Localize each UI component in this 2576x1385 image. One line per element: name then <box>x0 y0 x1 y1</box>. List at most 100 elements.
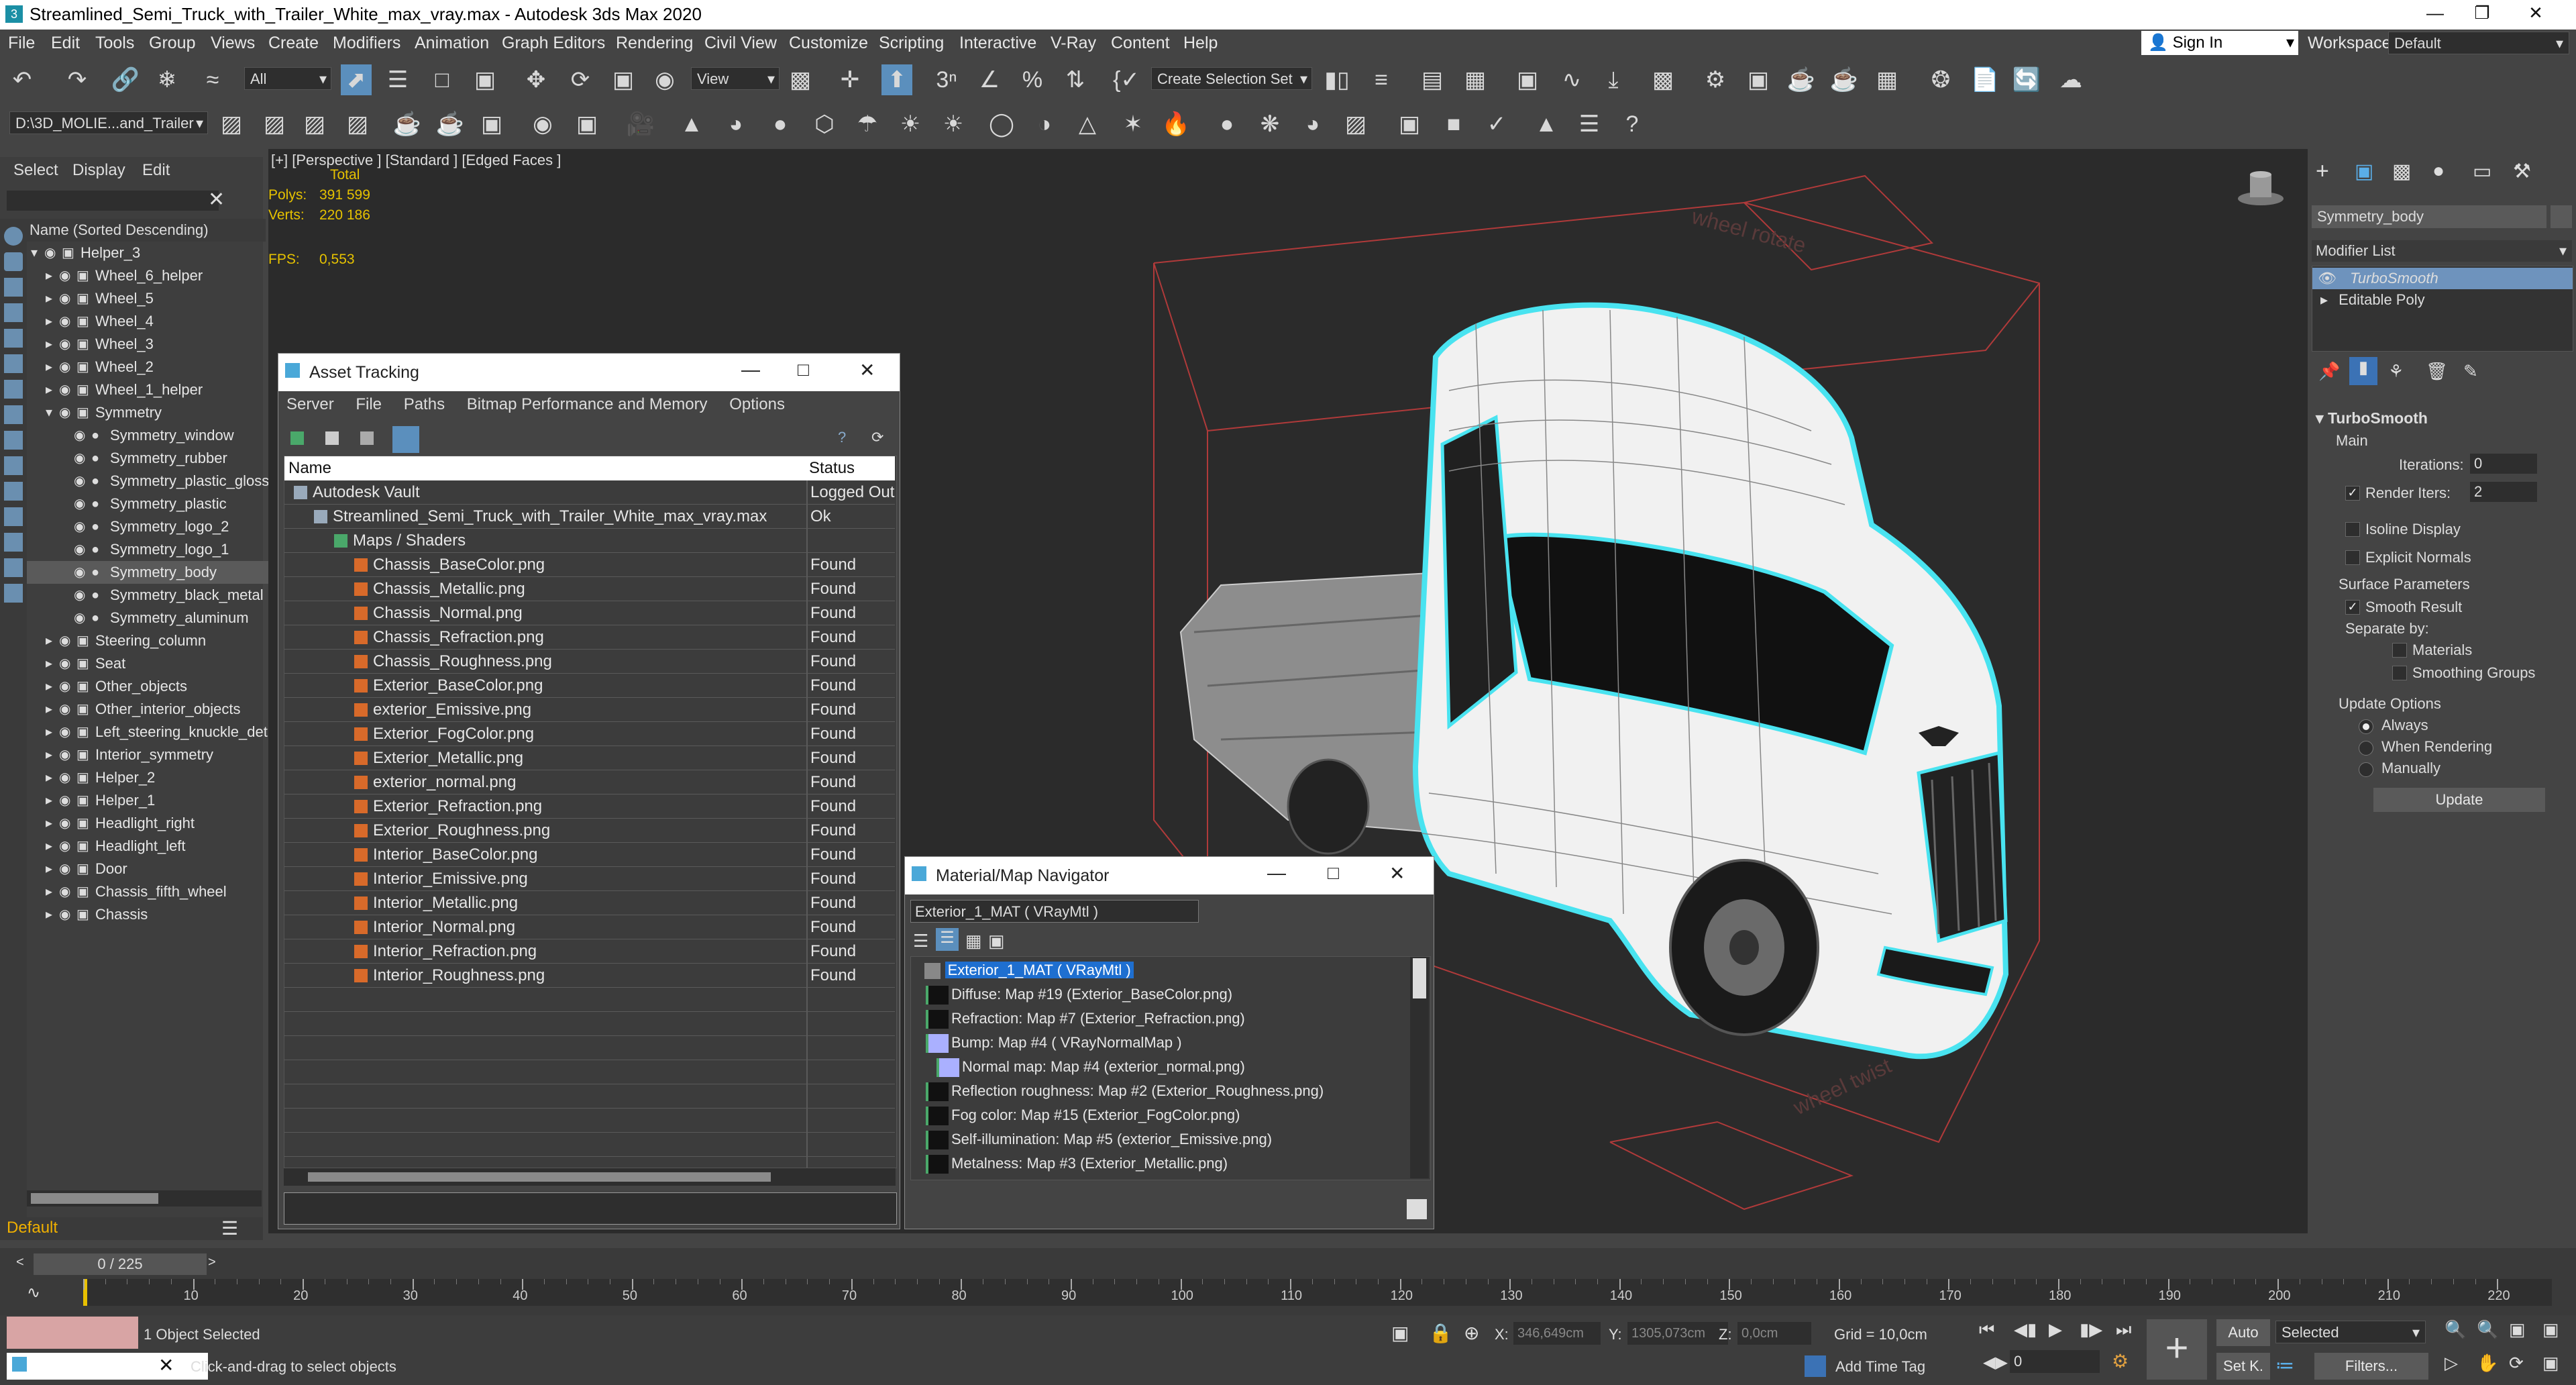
map-row[interactable]: Reflection roughness: Map #2 (Exterior_R… <box>926 1079 1409 1103</box>
asset-tracking-titlebar[interactable]: Asset Tracking — □ ✕ <box>278 354 900 391</box>
maxscript-listener-field[interactable] <box>7 1317 138 1349</box>
angle-snap-icon[interactable]: ∠ <box>974 64 1005 95</box>
close-icon[interactable]: ✕ <box>208 188 225 211</box>
material-name-field[interactable]: Exterior_1_MAT ( VRayMtl ) <box>910 900 1199 923</box>
maxscript-mini-listener[interactable]: ✕ <box>7 1353 208 1380</box>
tree-row[interactable]: ◉ ● Symmetry_plastic <box>27 493 288 515</box>
asset-row[interactable]: Exterior_FogColor.png Found <box>284 722 895 746</box>
render-production-icon[interactable]: ☕ <box>1786 64 1817 95</box>
visibility-eye-icon[interactable]: ◉ <box>74 611 89 625</box>
time-slider[interactable]: 0 / 225 <box>34 1253 207 1275</box>
display-geometry-icon[interactable] <box>4 252 23 271</box>
tree-row[interactable]: ▸ ◉ ▣ Other_interior_objects <box>27 698 288 721</box>
visibility-eye-icon[interactable]: ◉ <box>59 268 74 283</box>
vray-file-icon[interactable]: 📄 <box>1970 64 2000 95</box>
display-xrefs-icon[interactable] <box>4 431 23 450</box>
explorer-search-input[interactable] <box>7 191 219 211</box>
expand-arrow-icon[interactable]: ▸ <box>46 360 60 374</box>
map-row[interactable]: Bump: Map #4 ( VRayNormalMap ) <box>926 1031 1409 1055</box>
expand-arrow-icon[interactable]: ▸ <box>46 748 60 762</box>
tree-row[interactable]: ◉ ● Symmetry_aluminum <box>27 607 288 629</box>
tree-row[interactable]: ▸ ◉ ▣ Wheel_6_helper <box>27 264 288 287</box>
map-row[interactable]: Fog color: Map #15 (Exterior_FogColor.pn… <box>926 1103 1409 1127</box>
checkout-icon[interactable] <box>325 431 339 445</box>
select-by-name-icon[interactable]: ☰ <box>382 64 413 95</box>
tree-row[interactable]: ◉ ● Symmetry_logo_2 <box>27 515 288 538</box>
selection-lock-icon[interactable]: 🔒 <box>1429 1322 1452 1344</box>
display-bones-icon[interactable] <box>4 456 23 475</box>
visibility-eye-icon[interactable]: ◉ <box>59 748 74 762</box>
explorer-scrollbar-thumb[interactable] <box>31 1193 158 1204</box>
display-invert-icon[interactable] <box>4 584 23 603</box>
menu-content[interactable]: Content <box>1111 34 1170 53</box>
asset-row[interactable]: Autodesk Vault Logged Out <box>284 480 895 505</box>
asset-menu-server[interactable]: Server <box>286 395 334 413</box>
zoom-extents-all-icon[interactable]: ▣ <box>2542 1319 2559 1340</box>
eye-icon[interactable]: 👁 <box>2318 270 2337 287</box>
key-tangent-icon[interactable]: ≔ <box>2275 1354 2294 1376</box>
menu-animation[interactable]: Animation <box>415 34 489 53</box>
expand-arrow-icon[interactable]: ▸ <box>46 679 60 694</box>
expand-arrow-icon[interactable]: ▸ <box>46 656 60 671</box>
vray-ipr-icon[interactable]: ◉ <box>527 109 558 140</box>
render-iters-spinner[interactable]: 2 <box>2470 482 2537 502</box>
visibility-eye-icon[interactable]: ◉ <box>59 405 74 420</box>
tree-row[interactable]: ◉ ● Symmetry_logo_1 <box>27 538 288 561</box>
maximize-viewport-icon[interactable]: ▣ <box>2542 1353 2559 1374</box>
expand-arrow-icon[interactable]: ▸ <box>46 770 60 785</box>
expand-arrow-icon[interactable]: ▸ <box>46 884 60 899</box>
select-manipulate-icon[interactable]: ✛ <box>835 64 865 95</box>
vray-light-lister-icon[interactable]: ▣ <box>572 109 602 140</box>
vray-dome-light-icon[interactable]: ◕ <box>720 109 751 140</box>
asset-row[interactable]: Maps / Shaders <box>284 529 895 553</box>
tree-row[interactable]: ◉ ● Symmetry_body <box>27 561 288 584</box>
asset-row[interactable]: Interior_Refraction.png Found <box>284 939 895 964</box>
visibility-eye-icon[interactable]: ◉ <box>74 497 89 511</box>
expand-arrow-icon[interactable]: ▸ <box>46 382 60 397</box>
vray-cloud-icon[interactable]: ☁ <box>2055 64 2086 95</box>
tree-row[interactable]: ▸ ◉ ▣ Chassis_fifth_wheel <box>27 880 288 903</box>
visibility-eye-icon[interactable]: ◉ <box>59 884 74 899</box>
time-configuration-icon[interactable]: ⚙ <box>2112 1350 2129 1372</box>
expand-arrow-icon[interactable]: ▸ <box>46 816 60 831</box>
select-object-icon[interactable]: ⬈ <box>341 64 372 95</box>
vray-ambient-light-icon[interactable]: ☀ <box>895 109 926 140</box>
close-icon[interactable]: ✕ <box>1389 862 1405 884</box>
visibility-eye-icon[interactable]: ◉ <box>59 770 74 785</box>
material-navigator-titlebar[interactable]: Material/Map Navigator — □ ✕ <box>905 857 1434 894</box>
visibility-eye-icon[interactable]: ◉ <box>59 862 74 876</box>
visibility-eye-icon[interactable]: ◉ <box>59 360 74 374</box>
zoom-icon[interactable]: 🔍 <box>2445 1319 2466 1340</box>
visibility-eye-icon[interactable]: ◉ <box>74 542 89 557</box>
tree-row[interactable]: ▸ ◉ ▣ Headlight_right <box>27 812 288 835</box>
minimize-icon[interactable]: — <box>741 359 760 380</box>
table-view-icon[interactable] <box>392 426 419 453</box>
display-shapes-icon[interactable] <box>4 278 23 297</box>
render-iters-checkbox[interactable]: ✓ <box>2345 486 2360 501</box>
asset-row[interactable]: exterior_Emissive.png Found <box>284 698 895 722</box>
vray-logo-icon[interactable]: ✓ <box>1481 109 1512 140</box>
object-name-field[interactable]: Symmetry_body <box>2312 205 2546 228</box>
visibility-eye-icon[interactable]: ◉ <box>59 702 74 717</box>
display-none-icon[interactable] <box>4 227 23 246</box>
restore-icon[interactable]: ❐ <box>2462 3 2502 25</box>
explicit-normals-checkbox[interactable] <box>2345 550 2360 565</box>
expand-arrow-icon[interactable]: ▾ <box>46 405 60 420</box>
link-icon[interactable]: 🔗 <box>110 64 141 95</box>
menu-tools[interactable]: Tools <box>95 34 134 53</box>
map-row[interactable]: Normal map: Map #4 (exterior_normal.png) <box>936 1055 1419 1079</box>
asset-row[interactable]: Exterior_Refraction.png Found <box>284 794 895 819</box>
curve-editor-toggle-icon[interactable]: ∿ <box>27 1283 40 1302</box>
visibility-eye-icon[interactable]: ◉ <box>59 907 74 922</box>
menu-scripting[interactable]: Scripting <box>879 34 944 53</box>
vray-proxy-object-icon[interactable]: ◯ <box>986 109 1017 140</box>
display-hidden-icon[interactable] <box>4 533 23 552</box>
rendered-frame-window-icon[interactable]: ▣ <box>1743 64 1774 95</box>
vray-mesh-light-icon[interactable]: ⬡ <box>809 109 840 140</box>
redo-icon[interactable]: ↷ <box>62 64 93 95</box>
scale-icon[interactable]: ▣ <box>608 64 639 95</box>
close-icon[interactable]: ✕ <box>158 1354 174 1376</box>
expand-arrow-icon[interactable]: ▸ <box>46 633 60 648</box>
tree-row[interactable]: ▸ ◉ ▣ Wheel_1_helper <box>27 378 288 401</box>
render-activeshade-icon[interactable]: ▦ <box>1872 64 1902 95</box>
